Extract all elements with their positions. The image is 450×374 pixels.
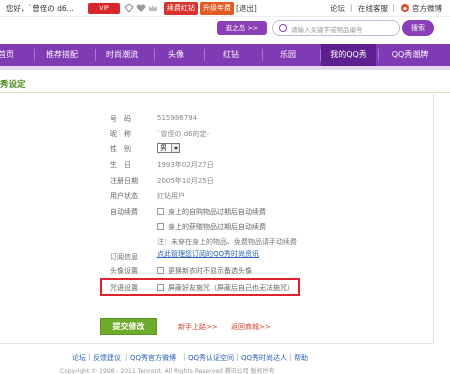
back-to-mall-link[interactable]: 返回商城>>	[231, 322, 271, 332]
topbar-divider: |	[350, 3, 353, 12]
birthday-value: 1993年02月27日	[157, 161, 214, 169]
nav-item-home[interactable]: 首页	[0, 44, 26, 66]
nav-item-red-diamond[interactable]: 红钻	[211, 44, 251, 66]
page-title: 秀设定	[0, 80, 26, 90]
search-button[interactable]: 搜索	[402, 20, 434, 36]
register-date-value: 2005年10月25日	[157, 177, 214, 185]
user-status-label: 用户状态	[110, 192, 138, 200]
upgrade-annual-button[interactable]: 升级年费	[200, 2, 234, 15]
vip-badge[interactable]: VIP	[88, 3, 120, 14]
header: 逛之岛 >> 请输入关键字或物品编号 搜索	[0, 18, 450, 42]
footer-link-feedback[interactable]: 反馈建议	[93, 353, 121, 363]
topbar-divider: |	[392, 3, 395, 12]
search-input[interactable]: 请输入关键字或物品编号	[291, 24, 363, 34]
nav-item-avatar[interactable]: 头像	[156, 44, 196, 66]
footer-divider: |	[88, 353, 91, 361]
subscription-link[interactable]: 点此管理您订阅的QQ秀时尚资讯	[157, 249, 259, 259]
footer-link-help[interactable]: 帮助	[294, 353, 308, 363]
chevron-down-icon[interactable]	[171, 144, 179, 152]
qq-number-value: 515986794	[157, 114, 198, 122]
footer-copyright: Copyright © 1998 - 2011 Tencent. All Rig…	[60, 368, 275, 374]
newbie-guide-link[interactable]: 新手上路>>	[178, 322, 218, 332]
nav-item-fashion[interactable]: 时尚潮流	[96, 44, 148, 66]
gender-select[interactable]: 男	[157, 143, 180, 153]
submit-button[interactable]: 提交修改	[100, 318, 157, 335]
user-status-value: 红钻用户	[157, 192, 185, 200]
register-date-label: 注册日期	[110, 177, 138, 185]
nav-item-qqshow-brand[interactable]: QQ秀潮牌	[380, 44, 440, 66]
avatar-setting-label: 头像设置	[110, 267, 138, 275]
nav-item-my-qqshow[interactable]: 我的QQ秀	[321, 44, 376, 66]
crown-icon[interactable]	[148, 3, 158, 13]
auto-renew-self-checkbox[interactable]	[157, 208, 164, 215]
birthday-label: 生 日	[110, 161, 131, 169]
avatar-setting-text: 更换新衣时不显示备选头像	[168, 267, 252, 275]
heart-icon[interactable]	[136, 3, 146, 13]
nav-divider	[34, 49, 35, 61]
main-nav: 首页 推荐搭配 时尚潮流 头像 红钻 乐园 我的QQ秀 QQ秀潮牌	[0, 44, 450, 66]
qq-number-label: 号 码	[110, 115, 131, 123]
logout-link[interactable]: [退出]	[236, 3, 257, 14]
footer-divider: |	[236, 353, 239, 361]
footer-divider: |	[183, 353, 186, 361]
nav-divider	[204, 49, 205, 61]
official-weibo-link[interactable]: 官方微博	[412, 3, 442, 14]
gender-label: 性 别	[110, 145, 131, 153]
greeting-text: 您好，`曾侄の d6...	[6, 4, 74, 13]
nickname-label: 昵 称	[110, 130, 131, 138]
nav-item-paradise[interactable]: 乐园	[268, 44, 308, 66]
subnav-strip	[0, 66, 450, 70]
footer-link-fashion-expert[interactable]: QQ秀时尚达人	[241, 353, 287, 363]
nav-divider	[378, 49, 379, 61]
spell-setting-label: 咒语设置	[110, 284, 138, 292]
search-icon	[279, 24, 287, 32]
nav-item-recommend[interactable]: 推荐搭配	[36, 44, 88, 66]
footer-link-forum[interactable]: 论坛	[72, 353, 86, 363]
settings-panel	[0, 94, 434, 344]
gender-selected-value: 男	[160, 144, 167, 152]
auto-renew-self-text: 身上的自购物品过期后自动续费	[168, 208, 266, 216]
nav-divider	[262, 49, 263, 61]
search-box[interactable]: 请输入关键字或物品编号	[272, 20, 400, 36]
top-bar: 您好，`曾侄の d6... VIP 续费红钻 升级年费 [退出] 论坛 | 在线…	[0, 0, 450, 17]
weibo-icon[interactable]	[400, 3, 410, 13]
spell-setting-text: 屏蔽好友施咒（屏蔽后自己也无法施咒）	[168, 284, 294, 292]
renew-red-diamond-button[interactable]: 续费红钻	[164, 2, 198, 15]
spell-setting-checkbox[interactable]	[157, 284, 164, 291]
footer-link-certified[interactable]: QQ秀认证空间	[188, 353, 234, 363]
footer-link-weibo[interactable]: QQ秀官方微博	[130, 353, 176, 363]
auto-renew-gift-text: 身上的获赠物品过期后自动续费	[168, 223, 266, 231]
auto-renew-label: 自动续费	[110, 208, 138, 216]
go-island-button[interactable]: 逛之岛 >>	[217, 21, 267, 35]
diamond-icon[interactable]	[124, 3, 134, 13]
subscription-label: 订阅信息	[110, 253, 138, 261]
title-divider	[0, 92, 450, 93]
nav-divider	[154, 49, 155, 61]
footer-divider: |	[125, 353, 128, 361]
forum-link[interactable]: 论坛	[330, 3, 345, 14]
auto-renew-note: 注：未穿在身上的物品、免费物品请手动续费	[157, 238, 297, 246]
auto-renew-gift-checkbox[interactable]	[157, 223, 164, 230]
footer-divider: |	[289, 353, 292, 361]
nickname-value: `曾侄の d6的定-	[157, 130, 210, 138]
online-service-link[interactable]: 在线客服	[358, 3, 388, 14]
avatar-setting-checkbox[interactable]	[157, 267, 164, 274]
